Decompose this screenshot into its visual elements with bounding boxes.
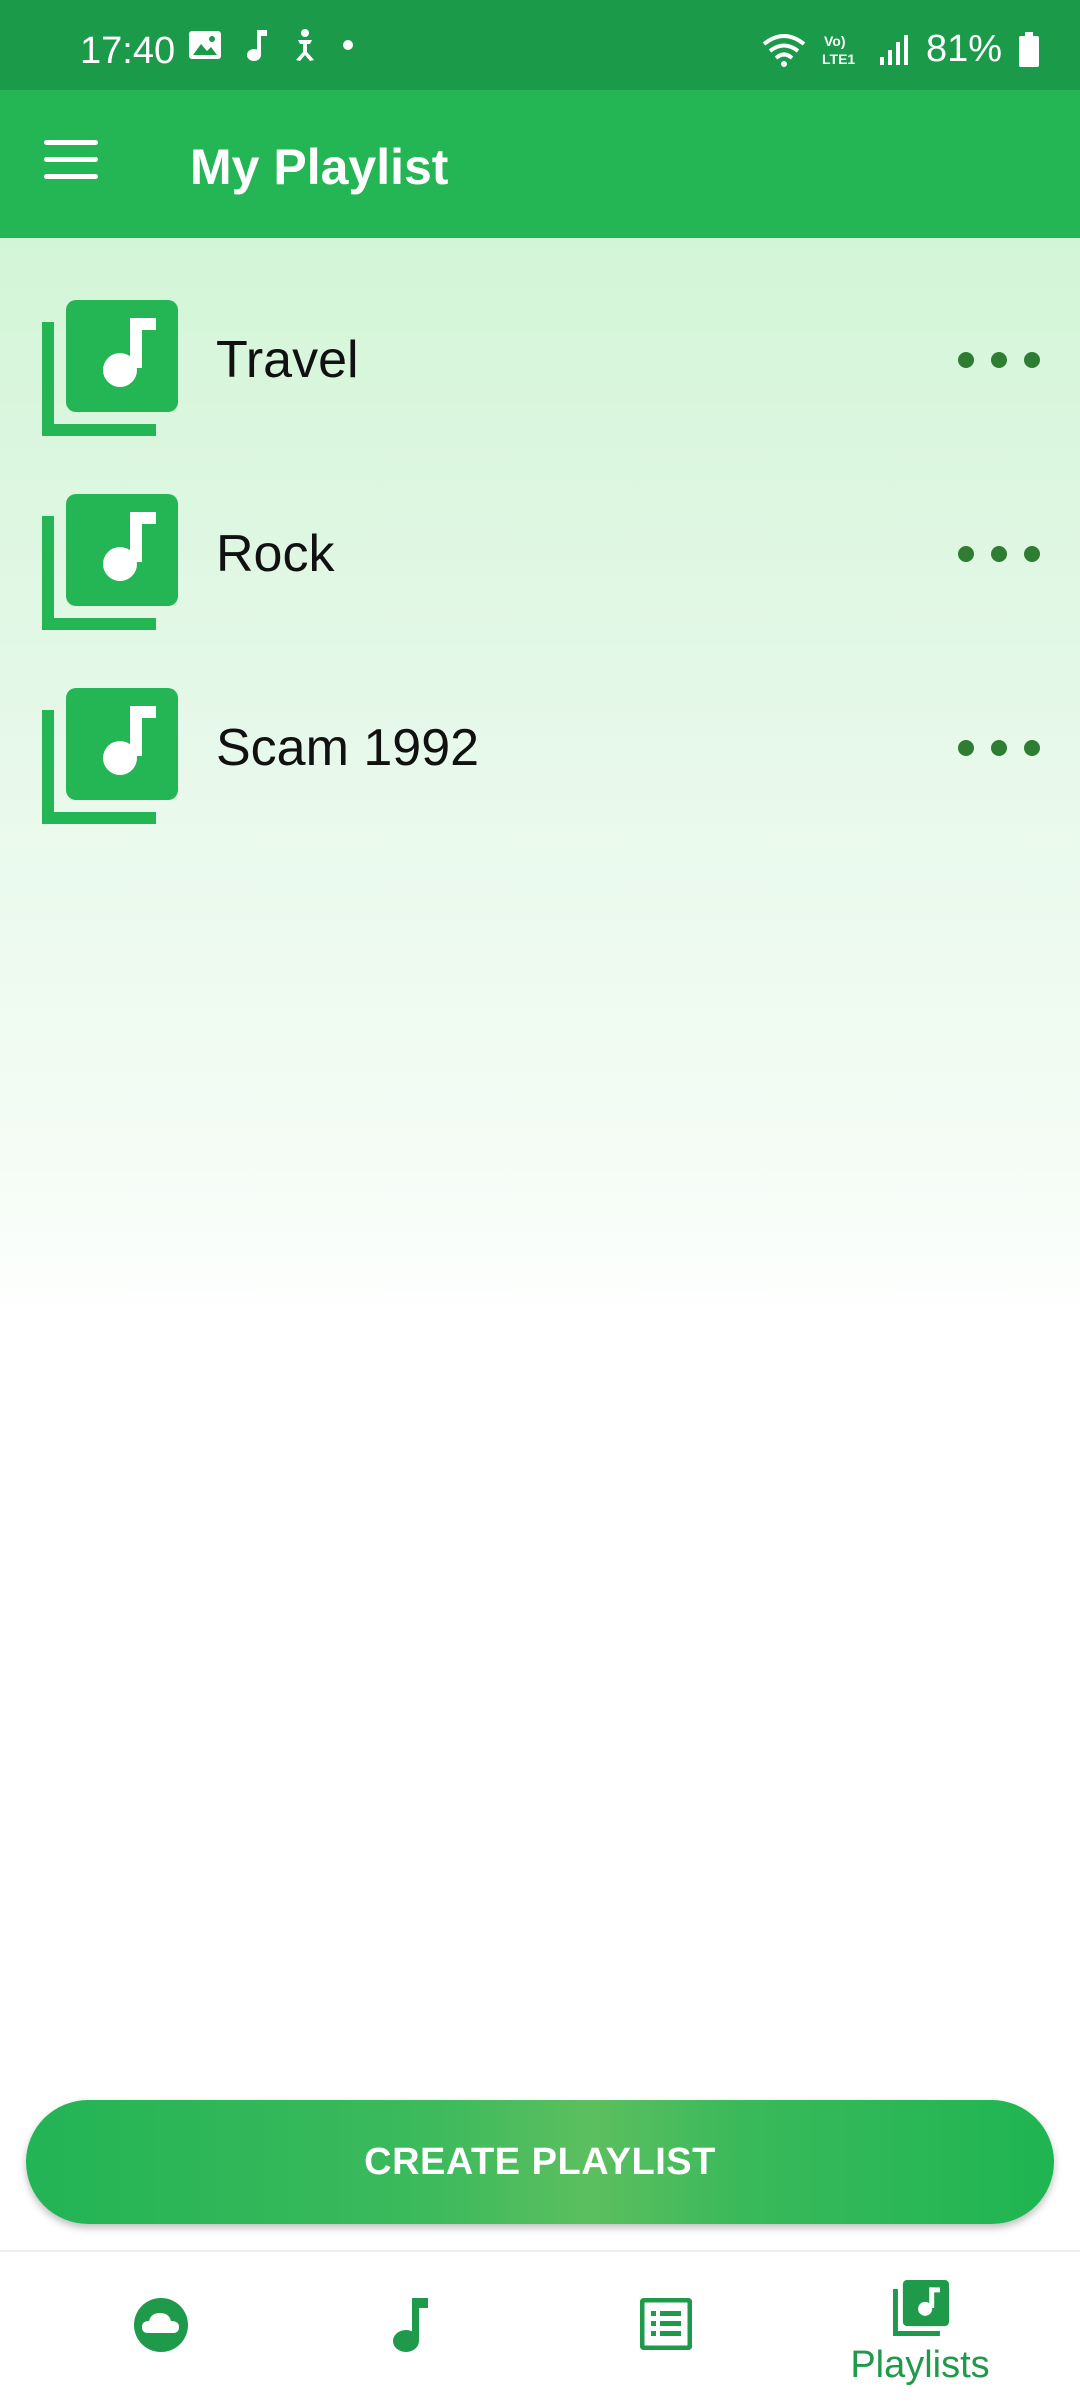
signal-icon [879,34,908,65]
create-playlist-button[interactable]: CREATE PLAYLIST [26,2100,1054,2224]
nav-item-list[interactable] [530,2252,800,2402]
nav-label-playlists: Playlists [850,2344,990,2386]
list-item[interactable]: Rock [0,474,1080,634]
playlist-name: Scam 1992 [216,719,480,777]
battery-icon [1019,31,1039,67]
menu-icon [44,140,98,179]
playlist-icon [42,494,178,630]
playlist-name: Rock [216,525,335,583]
more-options-icon[interactable] [954,718,1044,778]
status-time: 17:40 [80,30,176,72]
list-icon [640,2298,692,2350]
gallery-icon [189,31,221,59]
wifi-icon [762,33,806,67]
nav-item-playlists[interactable]: Playlists [785,2252,1055,2402]
accessibility-icon [296,29,314,61]
menu-button[interactable] [44,140,98,188]
list-item[interactable]: Travel [0,280,1080,440]
svg-text:LTE1: LTE1 [822,51,855,67]
music-note-icon [393,2298,428,2352]
cloud-icon [134,2298,188,2352]
dot-icon [343,40,353,50]
nav-item-songs[interactable] [278,2252,548,2402]
playlist-icon [42,688,178,824]
volte-icon: Vo) LTE1 [822,33,855,67]
bottom-navigation: Playlists [0,2250,1080,2402]
list-item[interactable]: Scam 1992 [0,668,1080,828]
music-note-icon [247,30,267,61]
playlist-name: Travel [216,331,359,389]
nav-item-cloud[interactable] [25,2252,295,2402]
status-bar: 17:40 Vo) LTE1 81% [0,0,1080,90]
page-title: My Playlist [190,139,449,195]
more-options-icon[interactable] [954,330,1044,390]
battery-percentage: 81% [925,28,1002,70]
status-system-icons: Vo) LTE1 81% [762,28,1040,71]
playlist-icon [893,2280,949,2336]
svg-text:Vo): Vo) [824,33,846,49]
playlist-icon [42,300,178,436]
playlist-list: Travel Rock Scam 1992 [0,238,1080,2058]
status-notification-icons [188,28,354,62]
app-bar: My Playlist [0,90,1080,238]
more-options-icon[interactable] [954,524,1044,584]
